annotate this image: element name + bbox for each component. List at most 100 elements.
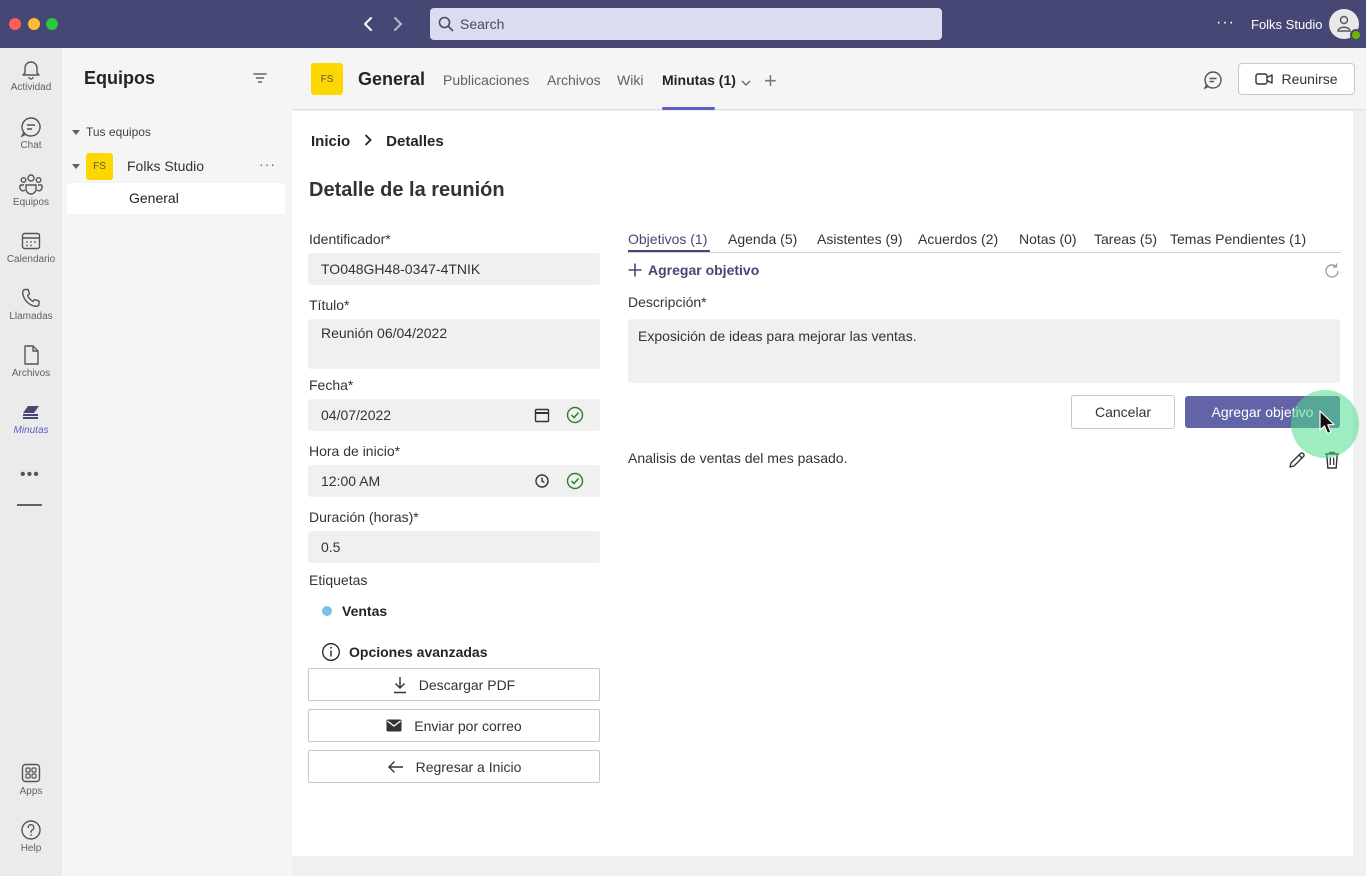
send-email-button[interactable]: Enviar por correo [308, 709, 600, 742]
avatar[interactable] [1329, 9, 1362, 41]
org-name[interactable]: Folks Studio [1251, 17, 1323, 32]
time-field[interactable]: 12:00 AM [308, 465, 600, 497]
rail-label: Chat [20, 140, 42, 151]
download-icon [393, 676, 406, 693]
conversation-icon[interactable] [1203, 70, 1223, 95]
add-tab-icon[interactable]: + [764, 68, 777, 94]
advanced-options-toggle[interactable]: Opciones avanzadas [321, 642, 488, 662]
tag-item[interactable]: Ventas [322, 603, 387, 619]
add-objective-label: Agregar objetivo [648, 262, 760, 278]
minutas-icon [23, 406, 39, 419]
minimize-window-button[interactable] [28, 18, 40, 30]
info-icon [322, 643, 340, 661]
active-tab-indicator [628, 250, 710, 252]
rail-item-equipos[interactable]: Equipos [0, 173, 62, 225]
add-objective-link[interactable]: Agregar objetivo [628, 262, 759, 278]
time-value: 12:00 AM [321, 473, 381, 489]
duration-label: Duración (horas)* [309, 509, 419, 525]
tab-temas-pendientes[interactable]: Temas Pendientes (1) [1170, 231, 1306, 247]
teams-title: Equipos [84, 68, 155, 88]
date-label: Fecha* [309, 377, 354, 393]
team-folks-studio[interactable]: FS Folks Studio ··· [72, 152, 282, 180]
title-bar: Search ··· Folks Studio [0, 0, 1366, 48]
channel-general[interactable]: General [67, 183, 285, 214]
rail-label: Help [20, 843, 42, 854]
page-title: Detalle de la reunión [309, 179, 505, 201]
identifier-label: Identificador* [309, 231, 391, 247]
tab-acuerdos[interactable]: Acuerdos (2) [918, 231, 998, 247]
rail-item-actividad[interactable]: Actividad [0, 58, 62, 110]
check-circle-icon [566, 472, 584, 490]
maximize-window-button[interactable] [46, 18, 58, 30]
rail-item-llamadas[interactable]: Llamadas [0, 287, 62, 339]
clock-icon[interactable] [534, 473, 550, 489]
breadcrumb-current: Detalles [386, 133, 444, 150]
rail-item-chat[interactable]: Chat [0, 116, 62, 168]
tab-archivos[interactable]: Archivos [547, 72, 601, 88]
team-more-icon[interactable]: ··· [259, 156, 276, 172]
meet-button[interactable]: Reunirse [1238, 63, 1355, 95]
time-label: Hora de inicio* [309, 443, 401, 459]
rail-item-apps[interactable]: Apps [0, 762, 62, 814]
team-avatar: FS [86, 152, 113, 180]
more-apps-icon[interactable]: ••• [20, 466, 40, 484]
date-value: 04/07/2022 [321, 407, 392, 423]
chat-icon [20, 117, 41, 138]
tab-asistentes[interactable]: Asistentes (9) [817, 231, 903, 247]
rail-item-help[interactable]: Help [0, 819, 62, 871]
detail-tabs: Objetivos (1) Agenda (5) Asistentes (9) … [628, 229, 1341, 253]
rail-item-minutas[interactable]: Minutas [0, 401, 62, 453]
date-field[interactable]: 04/07/2022 [308, 399, 600, 431]
duration-field[interactable]: 0.5 [308, 531, 600, 563]
tab-tareas[interactable]: Tareas (5) [1094, 231, 1157, 247]
teams-icon [19, 174, 43, 195]
rail-label: Calendario [6, 254, 56, 265]
breadcrumb: Inicio Detalles [311, 133, 444, 150]
cancel-button[interactable]: Cancelar [1071, 395, 1175, 429]
check-circle-icon [566, 406, 584, 424]
tab-wiki[interactable]: Wiki [617, 72, 643, 88]
download-pdf-button[interactable]: Descargar PDF [308, 668, 600, 701]
more-options-icon[interactable]: ··· [1216, 14, 1235, 32]
search-placeholder: Search [460, 16, 505, 32]
tab-objetivos[interactable]: Objetivos (1) [628, 231, 707, 247]
file-icon [24, 345, 39, 365]
arrow-left-icon [387, 760, 403, 773]
breadcrumb-home[interactable]: Inicio [311, 133, 350, 150]
description-field[interactable]: Exposición de ideas para mejorar las ven… [628, 319, 1340, 383]
back-home-button[interactable]: Regresar a Inicio [308, 750, 600, 783]
collapse-icon [72, 163, 80, 169]
forward-arrow-icon[interactable] [386, 12, 410, 36]
phone-icon [21, 288, 40, 308]
chevron-down-icon[interactable] [741, 74, 751, 92]
title-field[interactable]: Reunión 06/04/2022 [308, 319, 600, 369]
tags-label: Etiquetas [309, 572, 368, 588]
tab-notas[interactable]: Notas (0) [1019, 231, 1077, 247]
search-input[interactable]: Search [430, 8, 942, 40]
tag-label: Ventas [342, 603, 388, 619]
your-teams-section[interactable]: Tus equipos [72, 125, 151, 139]
rail-item-archivos[interactable]: Archivos [0, 344, 62, 396]
rail-label: Archivos [11, 368, 51, 379]
video-icon [1255, 73, 1274, 85]
identifier-field[interactable]: TO048GH48-0347-4TNIK [308, 253, 600, 285]
chevron-right-icon [364, 133, 372, 150]
meet-label: Reunirse [1281, 71, 1338, 87]
download-pdf-label: Descargar PDF [418, 676, 516, 693]
app-rail: Actividad Chat Equipos Calendario Llamad… [0, 48, 62, 876]
filter-icon[interactable] [253, 71, 267, 89]
send-email-label: Enviar por correo [414, 717, 522, 734]
refresh-icon[interactable] [1323, 262, 1341, 285]
pencil-icon[interactable] [1287, 450, 1307, 475]
mail-icon [386, 719, 402, 732]
back-arrow-icon[interactable] [356, 12, 380, 36]
tab-publicaciones[interactable]: Publicaciones [443, 72, 529, 88]
calendar-icon[interactable] [534, 407, 550, 423]
rail-item-calendario[interactable]: Calendario [0, 230, 62, 282]
close-window-button[interactable] [9, 18, 21, 30]
tab-agenda[interactable]: Agenda (5) [728, 231, 797, 247]
search-icon [438, 16, 454, 32]
tab-minutas[interactable]: Minutas (1) [662, 72, 736, 88]
active-tab-indicator [662, 107, 715, 110]
tag-color-dot [322, 606, 332, 616]
